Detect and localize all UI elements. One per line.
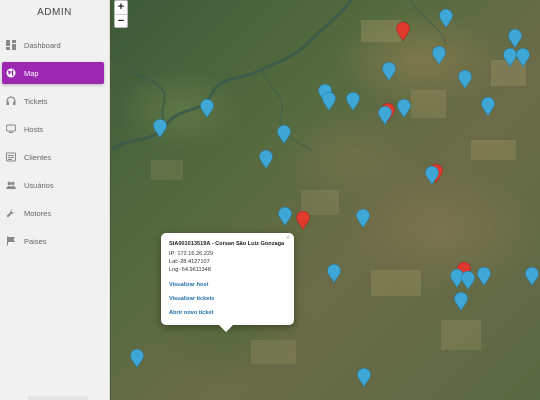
- wrench-icon: [6, 208, 16, 218]
- map-marker[interactable]: [525, 267, 539, 286]
- satellite-terrain: [111, 0, 526, 364]
- map-view[interactable]: + −: [111, 0, 540, 400]
- sidebar-item-label: Paises: [24, 236, 47, 246]
- sidebar-item-tickets[interactable]: Tickets: [0, 90, 110, 112]
- map-marker[interactable]: [481, 97, 495, 116]
- map-marker[interactable]: [130, 349, 144, 368]
- map-marker[interactable]: [454, 292, 468, 311]
- map-marker[interactable]: [458, 70, 472, 89]
- sidebar-item-label: Map: [24, 68, 39, 78]
- sidebar-footer: [28, 396, 88, 400]
- sidebar-item-label: Clientes: [24, 152, 52, 162]
- marker-popup: × SIA001013519A - Corsan São Luiz Gonzag…: [161, 233, 294, 332]
- new-ticket-link[interactable]: Abrir novo ticket: [169, 310, 286, 316]
- zoom-control: + −: [114, 0, 128, 28]
- globe-icon: [6, 68, 16, 78]
- map-marker[interactable]: [461, 271, 475, 290]
- sidebar-item-paises[interactable]: Paises: [0, 230, 110, 252]
- map-marker[interactable]: [516, 48, 530, 67]
- list-icon: [6, 152, 16, 162]
- sidebar-item-map[interactable]: Map: [2, 62, 104, 84]
- sidebar-item-dashboard[interactable]: Dashboard: [0, 34, 110, 56]
- map-marker[interactable]: [200, 99, 214, 118]
- map-marker[interactable]: [397, 99, 411, 118]
- flag-icon: [6, 236, 16, 246]
- view-tickets-link[interactable]: Visualizar tickets: [169, 296, 286, 302]
- sidebar-item-label: Motores: [24, 208, 52, 218]
- map-marker[interactable]: [278, 207, 292, 226]
- monitor-icon: [6, 124, 16, 134]
- map-marker[interactable]: [439, 9, 453, 28]
- map-marker[interactable]: [378, 106, 392, 125]
- popup-ip: IP: 172.16.26.229: [169, 251, 214, 257]
- sidebar-item-label: Usuários: [24, 180, 54, 190]
- map-marker[interactable]: [153, 119, 167, 138]
- zoom-in-button[interactable]: +: [115, 1, 127, 14]
- popup-lng: Lng:-54.9611348: [169, 267, 211, 273]
- map-marker[interactable]: [327, 264, 341, 283]
- map-marker[interactable]: [259, 150, 273, 169]
- sidebar-item-hosts[interactable]: Hosts: [0, 118, 110, 140]
- map-marker[interactable]: [277, 125, 291, 144]
- popup-close-button[interactable]: ×: [286, 235, 290, 242]
- map-marker[interactable]: [296, 211, 310, 230]
- sidebar-item-motores[interactable]: Motores: [0, 202, 110, 224]
- map-marker[interactable]: [322, 92, 336, 111]
- users-icon: [6, 180, 16, 190]
- sidebar-title: ADMIN: [37, 7, 72, 18]
- popup-title: SIA001013519A - Corsan São Luiz Gonzaga: [169, 241, 285, 247]
- map-marker[interactable]: [432, 46, 446, 65]
- sidebar: ADMIN Dashboard Map Tickets Hosts Client…: [0, 0, 110, 400]
- headset-icon: [6, 96, 16, 106]
- map-marker[interactable]: [356, 209, 370, 228]
- sidebar-item-label: Hosts: [24, 124, 44, 134]
- sidebar-item-usuarios[interactable]: Usuários: [0, 174, 110, 196]
- zoom-out-button[interactable]: −: [115, 14, 127, 27]
- sidebar-nav: Dashboard Map Tickets Hosts Clientes Usu…: [0, 34, 110, 258]
- map-marker[interactable]: [357, 368, 371, 387]
- map-marker[interactable]: [503, 48, 517, 67]
- sidebar-item-label: Tickets: [24, 96, 48, 106]
- popup-lat: Lat:-28.4127107: [169, 259, 210, 265]
- map-marker[interactable]: [477, 267, 491, 286]
- dashboard-icon: [6, 40, 16, 50]
- map-marker[interactable]: [508, 29, 522, 48]
- map-marker[interactable]: [346, 92, 360, 111]
- sidebar-item-clientes[interactable]: Clientes: [0, 146, 110, 168]
- sidebar-item-label: Dashboard: [24, 40, 61, 50]
- map-marker[interactable]: [396, 22, 410, 41]
- map-marker[interactable]: [425, 166, 439, 185]
- view-host-link[interactable]: Visualizar host: [169, 282, 286, 288]
- map-marker[interactable]: [382, 62, 396, 81]
